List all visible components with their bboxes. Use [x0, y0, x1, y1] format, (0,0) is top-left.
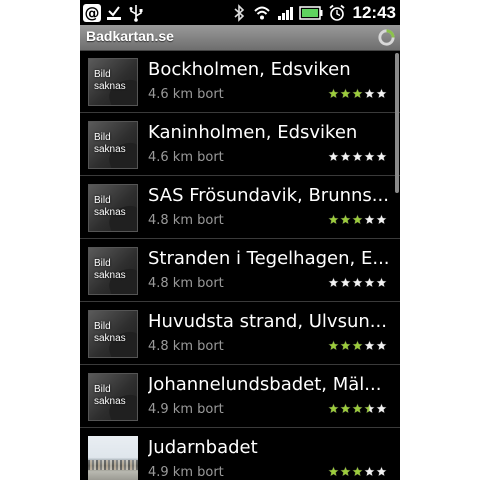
beach-distance: 4.9 km bort	[148, 465, 224, 480]
star-icon	[376, 340, 387, 351]
image-missing-label: Bild saknas	[94, 195, 126, 218]
star-icon	[328, 277, 339, 288]
alarm-icon	[328, 4, 345, 21]
star-icon	[352, 466, 363, 477]
beach-list-item[interactable]: Bild saknas Bockholmen, Edsviken 4.6 km bo…	[80, 51, 400, 113]
beach-distance: 4.6 km bort	[148, 150, 224, 165]
image-missing-label: Bild saknas	[94, 321, 126, 344]
rating-stars	[328, 277, 387, 288]
image-missing-label: Bild saknas	[94, 132, 126, 155]
beach-list-item[interactable]: Bild saknas Johannelundsbadet, Mäl... 4.9 …	[80, 366, 400, 428]
star-icon	[376, 277, 387, 288]
star-icon	[340, 466, 351, 477]
star-icon	[364, 340, 375, 351]
status-bar: @ 12:43	[80, 0, 400, 25]
image-missing-label: Bild saknas	[94, 384, 126, 407]
image-missing-thumbnail: Bild saknas	[88, 373, 138, 421]
star-icon	[340, 151, 351, 162]
rating-stars	[328, 340, 387, 351]
beach-list-item[interactable]: Judarnbadet 4.9 km bort	[80, 429, 400, 480]
image-missing-thumbnail: Bild saknas	[88, 310, 138, 358]
beach-name: Huvudsta strand, Ulvsun...	[148, 311, 387, 332]
star-icon	[352, 214, 363, 225]
battery-icon	[298, 5, 323, 20]
clock-time: 12:43	[352, 2, 396, 22]
phone-screen: @ 12:43 Badkartan.se Bild saknas Bockhol…	[80, 0, 400, 480]
loading-spinner-icon	[378, 29, 395, 46]
star-icon	[352, 403, 363, 414]
beach-distance: 4.8 km bort	[148, 276, 224, 291]
image-missing-thumbnail: Bild saknas	[88, 58, 138, 106]
beach-name: Johannelundsbadet, Mäl...	[148, 374, 382, 395]
download-complete-icon	[107, 5, 121, 20]
wifi-icon	[253, 6, 270, 19]
image-missing-thumbnail: Bild saknas	[88, 121, 138, 169]
image-missing-thumbnail: Bild saknas	[88, 184, 138, 232]
rating-stars	[328, 403, 387, 414]
beach-name: Stranden i Tegelhagen, E...	[148, 248, 388, 269]
usb-icon	[129, 4, 143, 22]
star-icon	[352, 88, 363, 99]
beach-list-item[interactable]: Bild saknas Kaninholmen, Edsviken 4.6 km b…	[80, 114, 400, 176]
beach-distance: 4.8 km bort	[148, 339, 224, 354]
star-icon	[376, 466, 387, 477]
rating-stars	[328, 466, 387, 477]
beach-list-item[interactable]: Bild saknas Huvudsta strand, Ulvsun... 4.8…	[80, 303, 400, 365]
star-icon	[328, 214, 339, 225]
star-icon	[376, 88, 387, 99]
beach-photo-thumbnail	[88, 436, 138, 480]
star-icon	[376, 214, 387, 225]
app-title-bar: Badkartan.se	[80, 25, 400, 51]
image-missing-label: Bild saknas	[94, 258, 126, 281]
rating-stars	[328, 88, 387, 99]
app-title: Badkartan.se	[86, 28, 174, 44]
star-icon	[340, 88, 351, 99]
star-icon	[364, 214, 375, 225]
beach-list-item[interactable]: Bild saknas SAS Frösundavik, Brunns... 4.8…	[80, 177, 400, 239]
beach-name: Judarnbadet	[148, 437, 258, 458]
star-icon	[376, 403, 387, 414]
beach-list[interactable]: Bild saknas Bockholmen, Edsviken 4.6 km bo…	[80, 51, 400, 480]
star-icon	[328, 340, 339, 351]
image-missing-thumbnail: Bild saknas	[88, 247, 138, 295]
star-icon	[340, 403, 351, 414]
star-icon	[340, 214, 351, 225]
list-scrollbar[interactable]	[395, 53, 399, 193]
signal-icon	[277, 6, 293, 20]
image-missing-label: Bild saknas	[94, 69, 126, 92]
rating-stars	[328, 151, 387, 162]
star-icon	[352, 340, 363, 351]
star-icon	[364, 466, 375, 477]
star-icon	[328, 88, 339, 99]
beach-distance: 4.8 km bort	[148, 213, 224, 228]
star-icon	[328, 403, 339, 414]
at-sign-icon: @	[83, 3, 101, 22]
beach-name: Kaninholmen, Edsviken	[148, 122, 358, 143]
star-icon	[352, 277, 363, 288]
star-icon	[376, 151, 387, 162]
rating-stars	[328, 214, 387, 225]
beach-name: Bockholmen, Edsviken	[148, 59, 351, 80]
star-icon	[364, 151, 375, 162]
beach-distance: 4.9 km bort	[148, 402, 224, 417]
star-icon	[328, 466, 339, 477]
beach-name: SAS Frösundavik, Brunns...	[148, 185, 388, 206]
star-icon	[364, 277, 375, 288]
star-icon	[328, 151, 339, 162]
beach-distance: 4.6 km bort	[148, 87, 224, 102]
star-icon	[364, 403, 375, 414]
star-icon	[364, 88, 375, 99]
bluetooth-icon	[233, 3, 244, 22]
beach-list-item[interactable]: Bild saknas Stranden i Tegelhagen, E... 4.…	[80, 240, 400, 302]
star-icon	[352, 151, 363, 162]
star-icon	[340, 277, 351, 288]
star-icon	[340, 340, 351, 351]
